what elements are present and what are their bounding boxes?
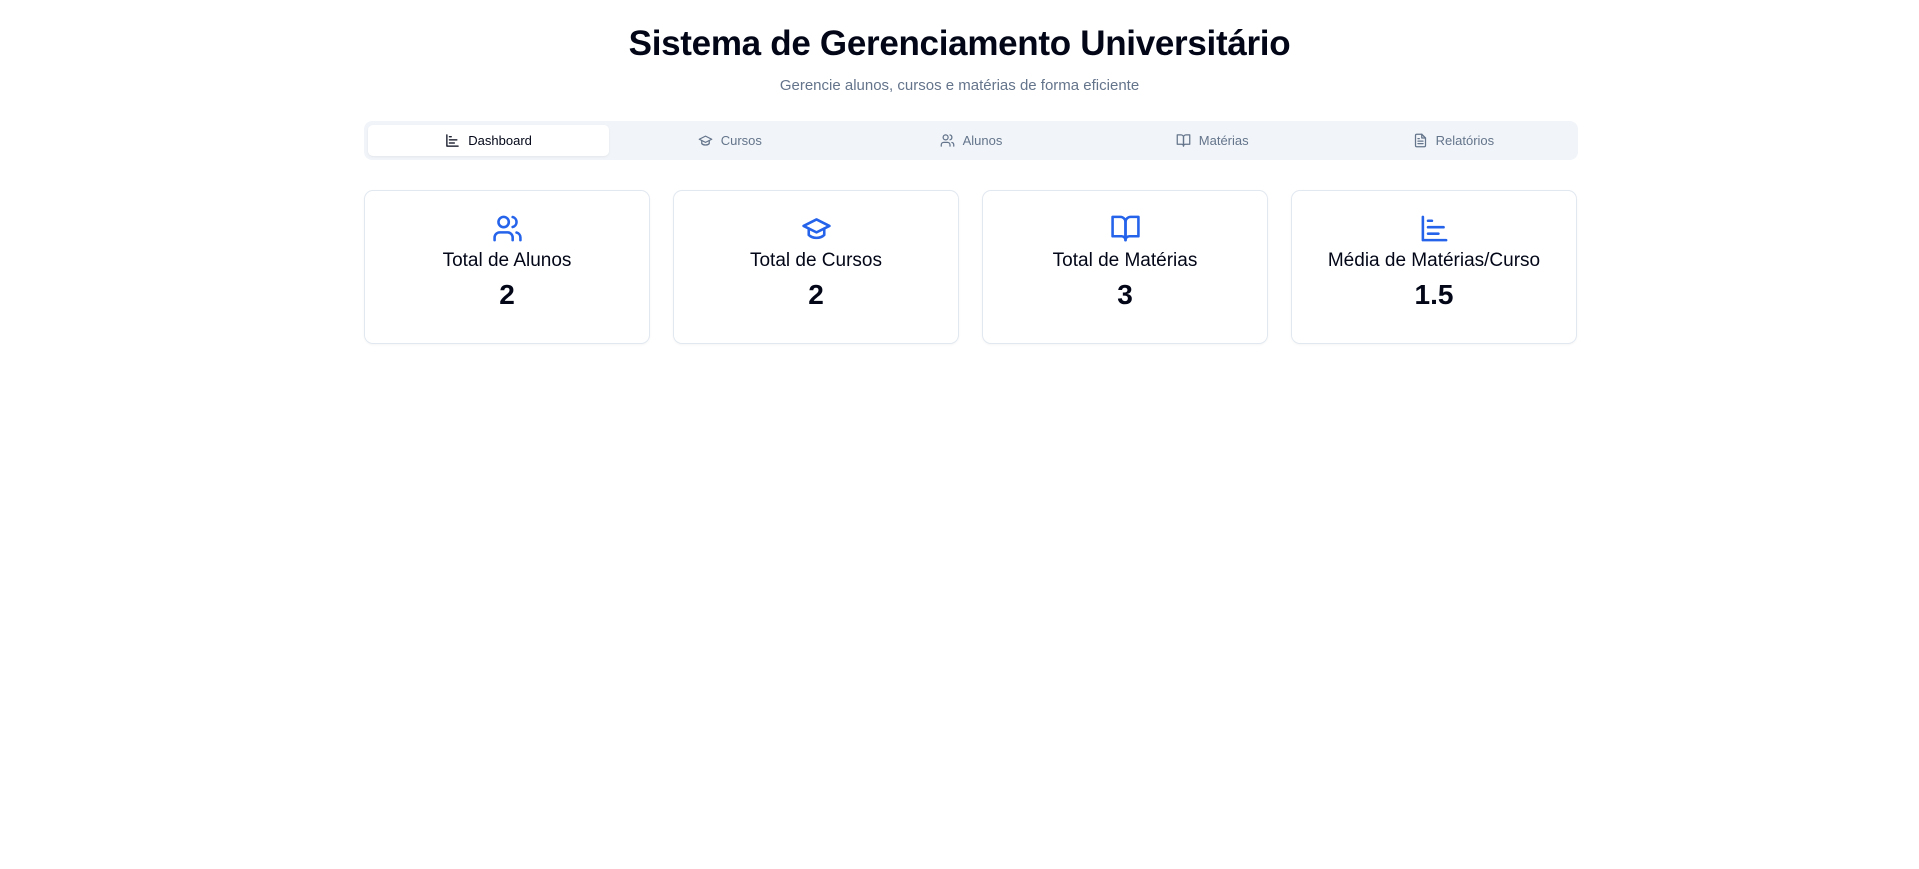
bar-chart-icon [446, 134, 460, 147]
graduation-cap-icon [698, 135, 713, 146]
tab-dashboard[interactable]: Dashboard [368, 125, 610, 156]
book-open-icon [1110, 215, 1140, 242]
graduation-cap-icon [801, 218, 831, 240]
stats-cards: Total de Alunos 2 Total de Cursos 2 Tota… [364, 190, 1578, 344]
stat-value: 3 [1117, 279, 1133, 310]
stat-value: 2 [499, 279, 515, 310]
stat-label: Total de Alunos [442, 250, 572, 271]
tab-cursos[interactable]: Cursos [609, 125, 850, 156]
page: Sistema de Gerenciamento Universitário G… [0, 0, 1919, 869]
book-open-icon [1176, 134, 1191, 147]
users-icon [940, 134, 954, 147]
stat-label: Total de Cursos [749, 250, 882, 271]
page-subtitle: Gerencie alunos, cursos e matérias de fo… [779, 77, 1140, 94]
tab-alunos[interactable]: Alunos [850, 125, 1091, 156]
stat-card-total-materias: Total de Matérias 3 [982, 190, 1268, 344]
stat-card-total-alunos: Total de Alunos 2 [364, 190, 650, 344]
stat-card-total-cursos: Total de Cursos 2 [673, 190, 959, 344]
stat-label: Média de Matérias/Curso [1327, 250, 1541, 271]
header: Sistema de Gerenciamento Universitário G… [0, 0, 1919, 96]
tab-list: Dashboard Cursos Alunos Matérias Relatór… [364, 121, 1578, 160]
tab-label: Relatórios [1435, 133, 1495, 148]
tab-label: Dashboard [468, 133, 532, 148]
stat-value: 1.5 [1414, 279, 1454, 310]
stat-card-media-materias-curso: Média de Matérias/Curso 1.5 [1291, 190, 1577, 344]
page-title: Sistema de Gerenciamento Universitário [628, 24, 1291, 63]
tab-label: Matérias [1198, 133, 1249, 148]
tab-relatorios[interactable]: Relatórios [1333, 125, 1574, 156]
tab-label: Alunos [962, 133, 1003, 148]
file-text-icon [1414, 133, 1426, 148]
stat-value: 2 [808, 279, 824, 310]
users-icon [492, 215, 522, 242]
bar-chart-icon [1421, 215, 1447, 242]
tab-label: Cursos [720, 133, 762, 148]
stat-label: Total de Matérias [1052, 250, 1198, 271]
tab-materias[interactable]: Matérias [1092, 125, 1333, 156]
